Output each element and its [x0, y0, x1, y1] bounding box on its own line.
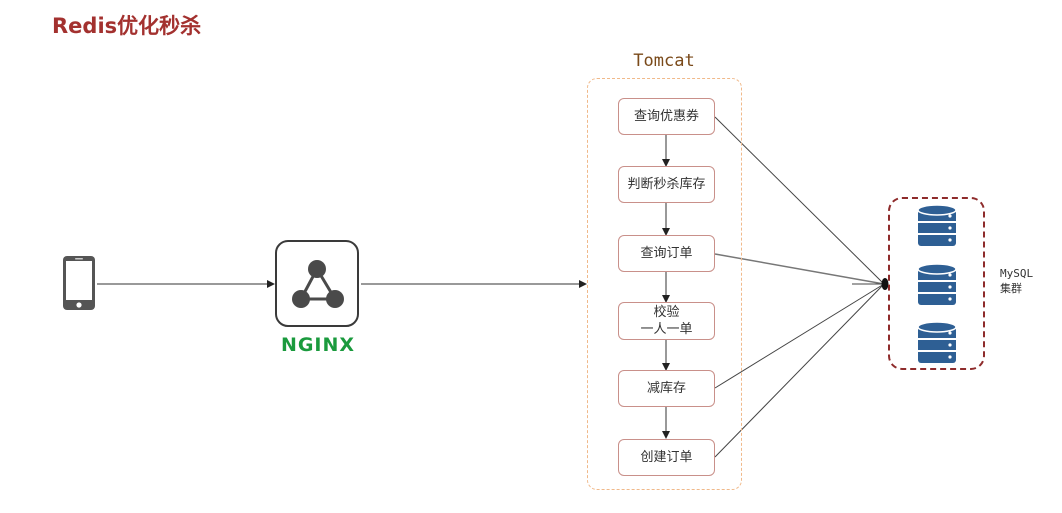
database-icon — [917, 204, 957, 246]
tomcat-container — [587, 78, 742, 490]
database-icon — [917, 321, 957, 363]
step-query-order: 查询订单 — [618, 235, 715, 272]
nginx-server-box — [275, 240, 359, 327]
tomcat-title: Tomcat — [633, 51, 695, 71]
smartphone-icon — [63, 256, 95, 310]
network-nodes-icon — [292, 260, 344, 308]
step-create-order: 创建订单 — [618, 439, 715, 476]
database-icon — [917, 263, 957, 305]
mysql-cluster-label: MySQL 集群 — [1000, 267, 1034, 295]
step-query-coupon: 查询优惠券 — [618, 98, 715, 135]
step-verify-one-per-user: 校验 一人一单 — [618, 302, 715, 340]
nginx-logo: NGINX — [280, 334, 356, 356]
step-deduct-stock: 减库存 — [618, 370, 715, 407]
step-check-seckill-stock: 判断秒杀库存 — [618, 166, 715, 203]
